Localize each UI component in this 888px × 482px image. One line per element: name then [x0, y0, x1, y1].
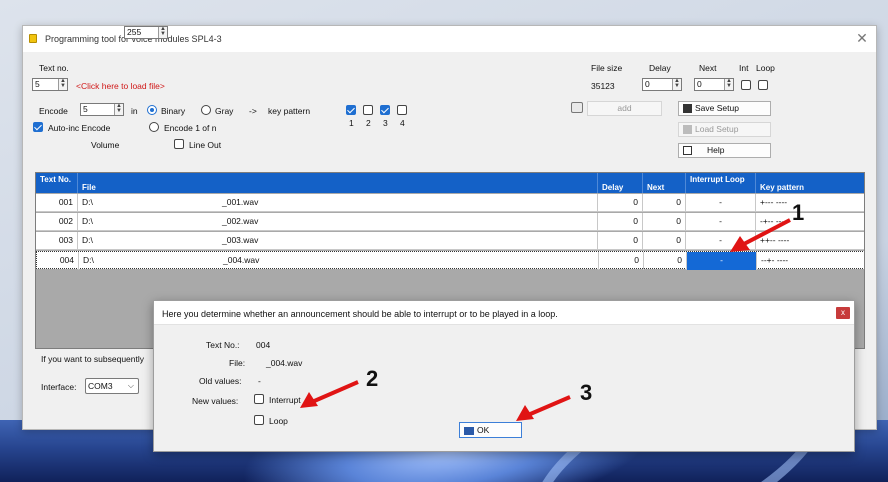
- annotation-overlay: [300, 218, 791, 421]
- annotation-2: 2: [366, 366, 379, 391]
- annotation-3: 3: [580, 380, 593, 405]
- arrow-3-icon: [516, 395, 571, 421]
- arrow-1-icon: [730, 218, 791, 252]
- arrow-2-icon: [300, 380, 359, 408]
- annotation-1: 1: [792, 200, 805, 225]
